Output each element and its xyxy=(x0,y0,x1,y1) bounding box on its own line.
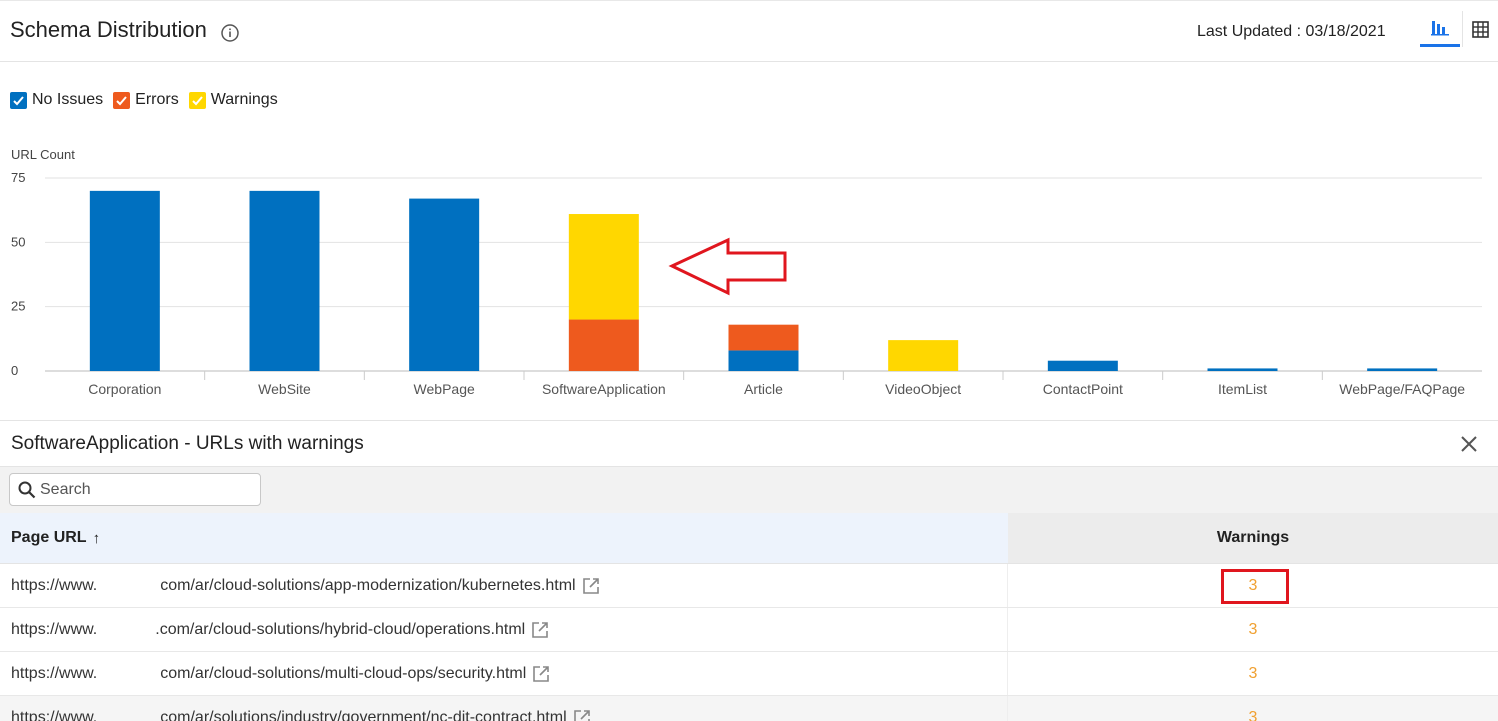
url-prefix: https://www. xyxy=(11,708,98,721)
search-box[interactable] xyxy=(9,473,261,506)
y-tick-label: 75 xyxy=(11,170,25,185)
url-prefix: https://www. xyxy=(11,576,98,594)
search-bar xyxy=(0,467,1498,513)
x-tick-label: WebPage xyxy=(414,381,475,397)
checkbox-checked-icon[interactable] xyxy=(10,91,27,109)
sort-ascending-icon: ↑ xyxy=(92,529,101,547)
url-suffix: com/ar/cloud-solutions/app-modernization… xyxy=(160,576,576,594)
chart-view-button[interactable] xyxy=(1420,11,1460,47)
bar-no-issues xyxy=(1047,360,1118,371)
warnings-count-link[interactable]: 3 xyxy=(1008,652,1498,695)
column-header-page-url[interactable]: Page URL ↑ xyxy=(0,513,1008,563)
bar-no-issues xyxy=(409,198,480,371)
urls-table: Page URL ↑ Warnings https://www. com/ar/… xyxy=(0,513,1498,721)
legend-label: Warnings xyxy=(210,91,278,108)
page-header: Schema Distribution Last Updated : 03/18… xyxy=(0,0,1498,62)
table-row: https://www. com/ar/cloud-solutions/mult… xyxy=(0,652,1498,696)
search-input[interactable] xyxy=(40,479,255,501)
bar-warnings xyxy=(888,340,959,371)
column-label: Page URL xyxy=(11,529,87,546)
x-tick-label: WebSite xyxy=(258,381,311,397)
external-link-icon[interactable] xyxy=(532,665,550,683)
external-link-icon[interactable] xyxy=(573,709,591,721)
grid-icon xyxy=(1472,20,1489,38)
highlight-box xyxy=(1221,569,1289,604)
legend-errors[interactable]: Errors xyxy=(113,91,179,109)
column-header-warnings[interactable]: Warnings xyxy=(1008,513,1498,563)
url-prefix: https://www. xyxy=(11,664,98,682)
bar-errors xyxy=(728,324,799,351)
bar-errors xyxy=(568,319,639,371)
bar-chart-icon xyxy=(1431,20,1449,35)
url-prefix: https://www. xyxy=(11,620,98,638)
column-label: Warnings xyxy=(1216,529,1290,546)
table-row: https://www. com/ar/solutions/industry/g… xyxy=(0,696,1498,721)
y-axis-label: URL Count xyxy=(11,147,75,162)
info-icon[interactable] xyxy=(221,24,239,42)
bar-no-issues xyxy=(1367,368,1438,371)
bar-no-issues xyxy=(249,190,320,371)
x-tick-label: Article xyxy=(744,381,783,397)
panel-title: SoftwareApplication - URLs with warnings xyxy=(11,433,364,454)
page-title: Schema Distribution xyxy=(10,17,207,42)
bar-no-issues xyxy=(728,350,799,371)
table-header: Page URL ↑ Warnings xyxy=(0,513,1498,564)
url-suffix: .com/ar/cloud-solutions/hybrid-cloud/ope… xyxy=(155,620,526,638)
page-url-cell: https://www. com/ar/cloud-solutions/mult… xyxy=(0,652,1008,695)
warnings-count-link[interactable]: 3 xyxy=(1008,608,1498,651)
external-link-icon[interactable] xyxy=(582,577,600,595)
bar-no-issues xyxy=(89,190,160,371)
x-tick-label: ItemList xyxy=(1218,381,1267,397)
legend-no-issues[interactable]: No Issues xyxy=(10,91,103,109)
page-url-cell: https://www. com/ar/solutions/industry/g… xyxy=(0,696,1008,721)
chart-legend: No Issues Errors Warnings xyxy=(10,91,288,109)
y-tick-label: 0 xyxy=(11,363,18,378)
x-tick-label: ContactPoint xyxy=(1043,381,1123,397)
search-icon xyxy=(18,481,36,499)
url-suffix: com/ar/solutions/industry/government/nc-… xyxy=(160,708,567,721)
page-url-cell: https://www. .com/ar/cloud-solutions/hyb… xyxy=(0,608,1008,651)
table-row: https://www. .com/ar/cloud-solutions/hyb… xyxy=(0,608,1498,652)
x-tick-label: VideoObject xyxy=(885,381,961,397)
bar-no-issues xyxy=(1207,368,1278,371)
y-tick-label: 25 xyxy=(11,299,25,314)
url-suffix: com/ar/cloud-solutions/multi-cloud-ops/s… xyxy=(160,664,527,682)
checkbox-checked-icon[interactable] xyxy=(188,91,206,109)
x-tick-label: SoftwareApplication xyxy=(542,381,666,397)
y-tick-label: 50 xyxy=(11,234,25,249)
legend-label: Errors xyxy=(135,91,179,108)
bar-warnings xyxy=(568,214,639,320)
page-url-cell: https://www. com/ar/cloud-solutions/app-… xyxy=(0,564,1008,607)
annotation-arrow-icon xyxy=(668,237,787,296)
warnings-count-link[interactable]: 3 xyxy=(1008,696,1498,721)
detail-panel-header: SoftwareApplication - URLs with warnings xyxy=(0,420,1498,467)
legend-warnings[interactable]: Warnings xyxy=(188,91,278,109)
last-updated-text: Last Updated : 03/18/2021 xyxy=(1197,23,1386,40)
legend-label: No Issues xyxy=(32,91,104,108)
close-icon[interactable] xyxy=(1458,433,1480,455)
checkbox-checked-icon[interactable] xyxy=(113,91,131,109)
schema-bar-chart: URL Count 0 25 50 75 Corporation WebSite WebPag… xyxy=(11,147,1482,397)
table-view-button[interactable] xyxy=(1462,11,1498,47)
x-tick-label: Corporation xyxy=(88,381,161,397)
external-link-icon[interactable] xyxy=(531,621,549,639)
x-tick-label: WebPage/FAQPage xyxy=(1339,381,1465,397)
